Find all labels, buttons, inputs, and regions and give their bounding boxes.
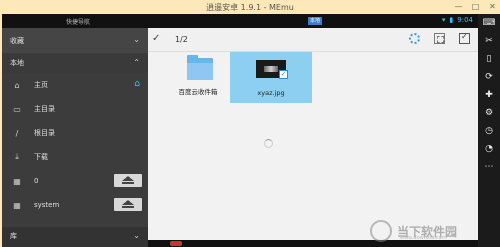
loading-spinner-icon [264, 139, 273, 148]
loading-icon[interactable] [409, 33, 420, 44]
file-item-folder[interactable]: 百度云收件箱 [164, 54, 232, 104]
chevron-up-icon[interactable]: ⌃ [133, 58, 140, 67]
clock-text: 9:04 [457, 16, 473, 24]
keyboard-icon[interactable]: ⌨ [478, 14, 500, 32]
settings-icon[interactable]: ⚙ [478, 104, 500, 122]
sidebar-item-label: 下载 [34, 153, 48, 161]
sidebar-item-label: system [34, 201, 60, 209]
maximize-button[interactable]: □ [471, 2, 480, 11]
done-check-icon[interactable]: ✓ [152, 33, 160, 44]
home-icon: ⌂ [14, 80, 20, 90]
sidebar-item-label: 0 [34, 177, 39, 185]
window-titlebar: 逍遥安卓 1.9.1 - MEmu — □ ✕ [0, 0, 500, 14]
slash-icon: / [15, 128, 19, 138]
screenshot-icon[interactable]: ✂ [478, 32, 500, 50]
checkbox-checked-icon[interactable]: ✓ [279, 70, 288, 79]
sidebar-item-storage-0[interactable]: ▦ 0 [2, 169, 148, 193]
sd-card-icon: ▦ [13, 200, 21, 210]
sd-card-icon: ▦ [13, 176, 21, 186]
sidebar-item-root[interactable]: / 根目录 [2, 121, 148, 145]
favorites-label: 收藏 [10, 36, 24, 45]
select-range-icon[interactable] [434, 33, 445, 44]
set-home-icon[interactable]: ⌂ [134, 79, 140, 89]
file-name: 百度云收件箱 [178, 88, 218, 96]
eject-button[interactable] [114, 174, 142, 187]
drawer-local-section[interactable]: 本地 ⌃ [2, 53, 148, 73]
sidebar-item-main-directory[interactable]: ▭ 主目录 [2, 97, 148, 121]
sidebar-item-home[interactable]: ⌂ 主页 ⌂ [2, 73, 148, 97]
folder-icon: ▭ [13, 104, 21, 114]
window-title: 逍遥安卓 1.9.1 - MEmu [206, 2, 294, 12]
file-item-image-selected[interactable]: ✓ xyaz.jpg [230, 52, 312, 103]
window-controls: — □ ✕ [454, 2, 497, 11]
select-all-icon[interactable] [459, 32, 470, 44]
close-button[interactable]: ✕ [488, 2, 497, 11]
minimize-button[interactable]: — [454, 2, 463, 11]
wifi-icon: ▾ [441, 16, 446, 24]
drawer-library-section[interactable]: 库 ⌄ [2, 227, 148, 247]
emulator-side-toolbar: ⌨ ✂ ▯ ⟳ ✚ ⚙ ◷ ◔ ⋯ [478, 14, 500, 247]
android-status-bar: 快捷导航 本地 ▾ ▮ 9:04 [2, 14, 478, 28]
chevron-down-icon[interactable]: ⌄ [133, 35, 140, 44]
install-apk-icon[interactable]: ✚ [478, 86, 500, 104]
rotate-icon[interactable]: ⟳ [478, 68, 500, 86]
file-name: xyaz.jpg [257, 89, 285, 97]
site-watermark: 当下软件园 www.downxia.com [370, 216, 478, 246]
toolbar-actions [409, 32, 470, 44]
sidebar-item-system[interactable]: ▦ system [2, 193, 148, 217]
sidebar-item-label: 主目录 [34, 105, 55, 113]
navigation-drawer: 收藏 ⌄ 本地 ⌃ ⌂ 主页 ⌂ ▭ 主目录 / 根目录 ⤓ 下载 ▦ 0 ▦ … [2, 28, 148, 247]
status-icons: ▾ ▮ 9:04 [442, 16, 473, 24]
selection-count: 1/2 [175, 35, 188, 44]
quick-nav-label: 快捷导航 [66, 19, 91, 26]
watermark-logo [370, 220, 392, 242]
chevron-down-icon[interactable]: ⌄ [133, 231, 140, 240]
download-icon: ⤓ [15, 152, 19, 161]
selection-toolbar: ✓ 1/2 [148, 28, 478, 52]
sidebar-item-downloads[interactable]: ⤓ 下载 [2, 145, 148, 169]
app-indicator-icon [170, 241, 182, 246]
watermark-url: www.downxia.com [400, 235, 447, 241]
eject-button[interactable] [114, 198, 142, 211]
shake-icon[interactable]: ◔ [478, 140, 500, 158]
sidebar-item-label: 主页 [34, 81, 48, 89]
local-label: 本地 [10, 59, 24, 67]
location-icon[interactable]: ◷ [478, 122, 500, 140]
location-chip: 本地 [308, 17, 323, 25]
library-label: 库 [10, 232, 17, 240]
drawer-favorites[interactable]: 收藏 ⌄ [2, 28, 148, 53]
battery-icon: ▮ [449, 16, 454, 24]
more-icon[interactable]: ⋯ [478, 158, 500, 176]
phone-icon[interactable]: ▯ [478, 50, 500, 68]
folder-icon [187, 55, 213, 80]
sidebar-item-label: 根目录 [34, 129, 55, 137]
